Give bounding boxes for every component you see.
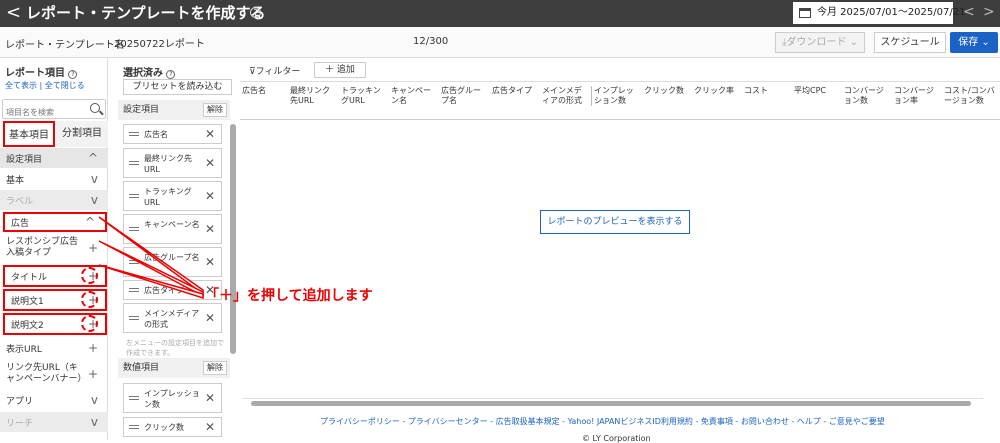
annotation-callout: 「＋」を押して追加します <box>205 288 373 304</box>
annotation-arrows <box>98 216 204 300</box>
annotation-arrow <box>98 240 204 298</box>
annotation-arrow <box>98 216 204 296</box>
